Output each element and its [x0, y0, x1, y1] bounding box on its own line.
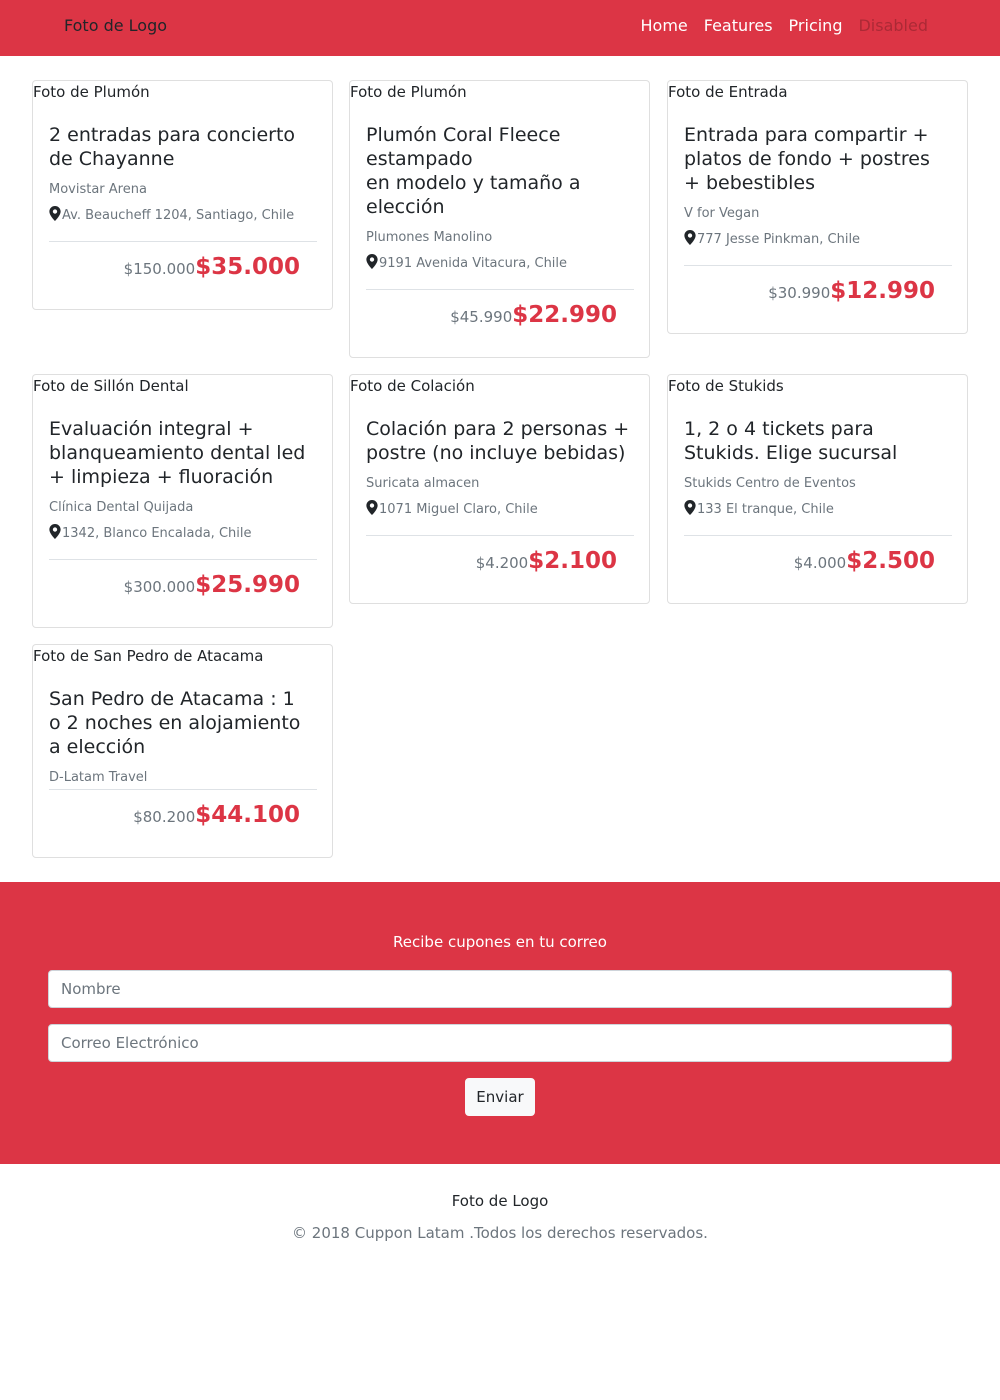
- deal-merchant: D-Latam Travel: [49, 770, 148, 785]
- deal-old-price: $300.000: [123, 578, 196, 596]
- deal-new-price: $2.100: [528, 548, 617, 574]
- deal-old-price: $45.990: [450, 308, 513, 326]
- deal-address: 777 Jesse Pinkman, Chile: [684, 230, 860, 249]
- newsletter-section: Recibe cupones en tu correo Enviar: [0, 882, 1000, 1164]
- email-input[interactable]: [48, 1024, 952, 1062]
- nav-link-disabled: Disabled: [858, 16, 928, 35]
- deal-new-price: $2.500: [846, 548, 935, 574]
- deal-title[interactable]: San Pedro de Atacama : 1 o 2 noches en a…: [49, 687, 311, 759]
- deal-image-placeholder: Foto de San Pedro de Atacama: [33, 647, 264, 665]
- deal-prices: $300.000$25.990: [124, 572, 300, 598]
- deal-old-price: $4.000: [793, 554, 847, 572]
- deal-prices: $45.990$22.990: [450, 302, 617, 328]
- navbar-links: Home Features Pricing Disabled: [625, 16, 929, 35]
- deal-new-price: $25.990: [195, 572, 300, 598]
- deal-address-text: 1342, Blanco Encalada, Chile: [62, 526, 252, 541]
- footer-logo: Foto de Logo: [451, 1192, 549, 1210]
- deal-card[interactable]: Foto de San Pedro de Atacama San Pedro d…: [32, 644, 333, 858]
- deal-merchant: Plumones Manolino: [366, 230, 493, 245]
- deal-divider: [49, 789, 317, 790]
- name-input[interactable]: [48, 970, 952, 1008]
- deal-merchant: Suricata almacen: [366, 476, 480, 491]
- map-marker-icon: [366, 254, 378, 273]
- deal-image-placeholder: Foto de Stukids: [668, 377, 784, 395]
- newsletter-heading: Recibe cupones en tu correo: [393, 933, 607, 951]
- map-marker-icon: [684, 230, 696, 249]
- deal-new-price: $22.990: [512, 302, 617, 328]
- deal-address-text: 1071 Miguel Claro, Chile: [379, 502, 538, 517]
- deal-title[interactable]: Evaluación integral + blanqueamiento den…: [49, 417, 317, 489]
- deal-address: 133 El tranque, Chile: [684, 500, 834, 519]
- deal-divider: [684, 535, 952, 536]
- deal-old-price: $150.000: [123, 260, 196, 278]
- deal-address-text: Av. Beaucheff 1204, Santiago, Chile: [62, 208, 295, 223]
- map-marker-icon: [49, 206, 61, 225]
- deal-divider: [366, 289, 634, 290]
- deal-prices: $4.200$2.100: [476, 548, 617, 574]
- deal-address-text: 133 El tranque, Chile: [697, 502, 834, 517]
- deal-card[interactable]: Foto de Plumón 2 entradas para concierto…: [32, 80, 333, 310]
- deal-address: 1071 Miguel Claro, Chile: [366, 500, 538, 519]
- map-marker-icon: [366, 500, 378, 519]
- deal-title[interactable]: 2 entradas para concierto de Chayanne: [49, 123, 317, 171]
- map-marker-icon: [684, 500, 696, 519]
- deal-old-price: $4.200: [475, 554, 529, 572]
- deal-prices: $4.000$2.500: [794, 548, 935, 574]
- deal-address: 1342, Blanco Encalada, Chile: [49, 524, 251, 543]
- submit-button[interactable]: Enviar: [465, 1078, 535, 1116]
- deal-divider: [684, 265, 952, 266]
- deal-image-placeholder: Foto de Colación: [350, 377, 475, 395]
- nav-link-home[interactable]: Home: [641, 16, 688, 35]
- deal-merchant: V for Vegan: [684, 206, 760, 221]
- deal-title-line-1: Plumón Coral Fleece estampado en modelo …: [366, 124, 581, 218]
- deal-prices: $30.990$12.990: [768, 278, 935, 304]
- deal-merchant: Clínica Dental Quijada: [49, 500, 194, 515]
- deal-image-placeholder: Foto de Plumón: [33, 83, 150, 101]
- deal-old-price: $30.990: [768, 284, 831, 302]
- deal-image-placeholder: Foto de Sillón Dental: [33, 377, 189, 395]
- deal-card[interactable]: Foto de Plumón Plumón Coral Fleece estam…: [349, 80, 650, 358]
- navbar: Foto de Logo Home Features Pricing Disab…: [0, 0, 1000, 56]
- deal-image-placeholder: Foto de Plumón: [350, 83, 467, 101]
- deal-divider: [49, 559, 317, 560]
- deal-image-placeholder: Foto de Entrada: [668, 83, 788, 101]
- deal-card[interactable]: Foto de Entrada Entrada para compartir +…: [667, 80, 968, 334]
- deal-divider: [49, 241, 317, 242]
- nav-link-pricing[interactable]: Pricing: [789, 16, 843, 35]
- deal-title[interactable]: 1, 2 o 4 tickets para Stukids. Elige suc…: [684, 417, 946, 465]
- footer-copyright: © 2018 Cuppon Latam .Todos los derechos …: [292, 1224, 708, 1242]
- deal-divider: [366, 535, 634, 536]
- map-marker-icon: [49, 524, 61, 543]
- deal-new-price: $12.990: [830, 278, 935, 304]
- deal-address-text: 777 Jesse Pinkman, Chile: [697, 232, 861, 247]
- navbar-brand-logo[interactable]: Foto de Logo: [64, 16, 167, 35]
- deal-prices: $150.000$35.000: [124, 254, 300, 280]
- deal-prices: $80.200$44.100: [133, 802, 300, 828]
- deal-card[interactable]: Foto de Sillón Dental Evaluación integra…: [32, 374, 333, 628]
- deal-address: 9191 Avenida Vitacura, Chile: [366, 254, 567, 273]
- deal-new-price: $44.100: [195, 802, 300, 828]
- deal-merchant: Movistar Arena: [49, 182, 147, 197]
- nav-link-features[interactable]: Features: [704, 16, 773, 35]
- deal-card[interactable]: Foto de Stukids 1, 2 o 4 tickets para St…: [667, 374, 968, 604]
- deal-title[interactable]: Entrada para compartir + platos de fondo…: [684, 123, 946, 195]
- deal-old-price: $80.200: [133, 808, 196, 826]
- deal-title[interactable]: Colación para 2 personas + postre (no in…: [366, 417, 634, 465]
- deal-title[interactable]: Plumón Coral Fleece estampado en modelo …: [366, 123, 581, 219]
- deal-address-text: 9191 Avenida Vitacura, Chile: [379, 256, 568, 271]
- deal-card[interactable]: Foto de Colación Colación para 2 persona…: [349, 374, 650, 604]
- deal-new-price: $35.000: [195, 254, 300, 280]
- deal-address: Av. Beaucheff 1204, Santiago, Chile: [49, 206, 294, 225]
- deal-merchant: Stukids Centro de Eventos: [684, 476, 856, 491]
